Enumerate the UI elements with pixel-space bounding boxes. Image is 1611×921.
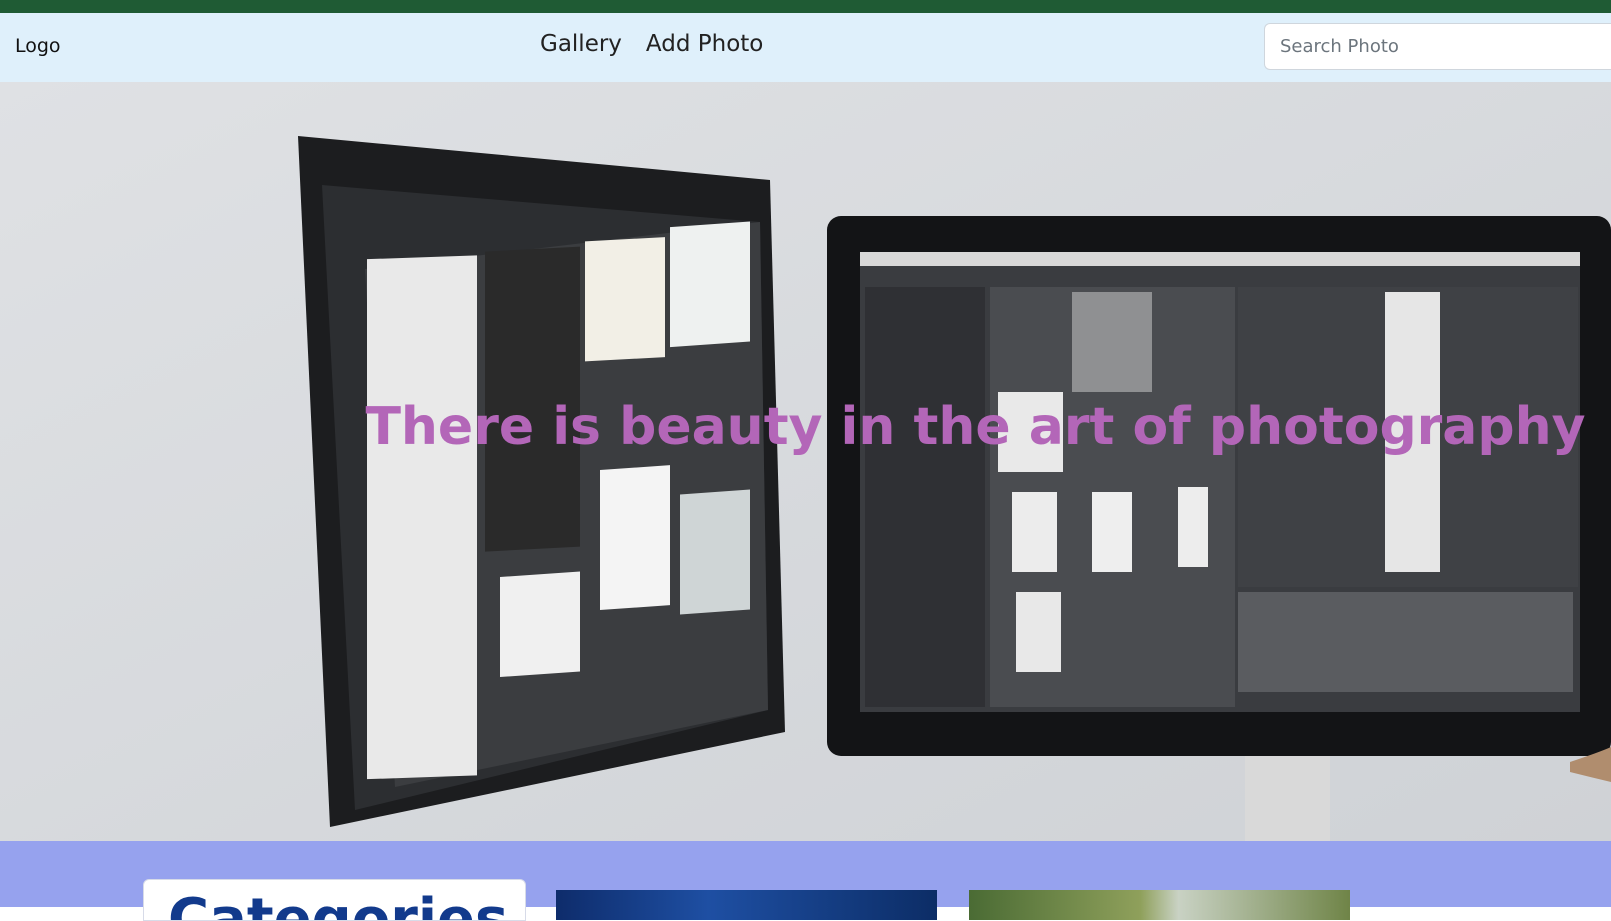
category-thumbnail[interactable] xyxy=(969,890,1350,920)
nav-links: Gallery Add Photo xyxy=(540,31,763,57)
navbar: Logo Gallery Add Photo xyxy=(0,13,1611,83)
logo[interactable]: Logo xyxy=(15,35,61,57)
category-thumbnail[interactable] xyxy=(556,890,937,920)
nav-link-add-photo[interactable]: Add Photo xyxy=(646,31,763,57)
categories-section: Categories xyxy=(0,841,1611,921)
search-box xyxy=(1264,23,1611,70)
hero-banner: There is beauty in the art of photograph… xyxy=(0,82,1611,841)
search-input[interactable] xyxy=(1265,24,1611,69)
browser-top-strip xyxy=(0,0,1611,13)
hero-title: There is beauty in the art of photograph… xyxy=(365,397,1586,457)
hero-image xyxy=(0,82,1611,841)
categories-card: Categories xyxy=(143,879,526,921)
nav-link-gallery[interactable]: Gallery xyxy=(540,31,622,57)
